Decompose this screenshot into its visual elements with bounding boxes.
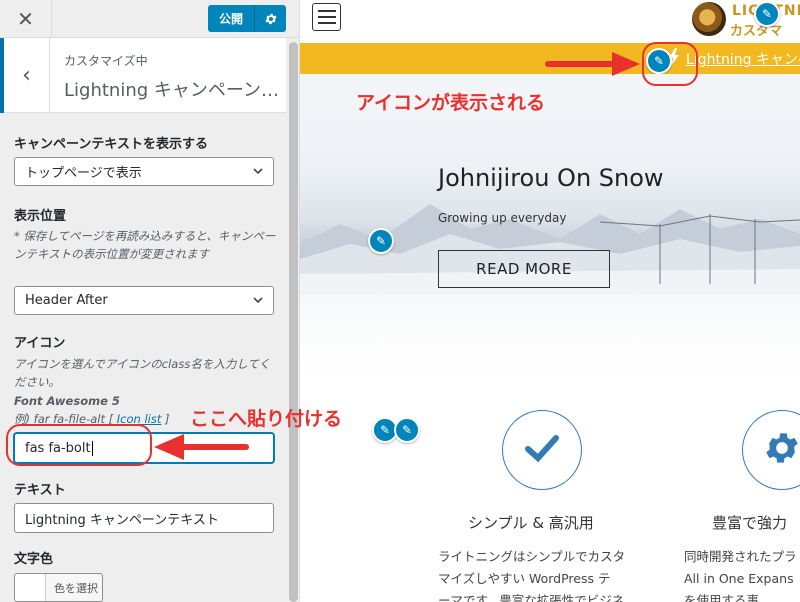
back-button[interactable]: ‹ xyxy=(0,38,50,113)
menu-toggle-button[interactable] xyxy=(312,3,341,31)
hamburger-line xyxy=(317,22,336,24)
display-select-value: トップページで表示 xyxy=(25,166,142,181)
position-select-value: Header After xyxy=(25,293,108,308)
hero-slider: Johnijirou On Snow Growing up everyday R… xyxy=(300,74,800,378)
logo-gear-icon xyxy=(692,2,726,36)
annotation-ring-icon xyxy=(642,42,698,86)
feature2-desc-line2: All in One Expans xyxy=(684,571,794,586)
campaign-bar: Lightning キャンペーンテキスト xyxy=(300,43,800,74)
close-customizer-button[interactable]: ✕ xyxy=(0,0,52,38)
feature1-desc-line1: ライトニングはシンプルでカスタ xyxy=(438,549,626,564)
feature2-desc-line1: 同時開発されたプラ xyxy=(684,549,797,564)
read-more-button[interactable]: READ MORE xyxy=(438,250,610,288)
edit-pencil-icon[interactable]: ✎ xyxy=(754,1,780,27)
check-icon xyxy=(524,433,560,467)
text-label: テキスト xyxy=(14,483,66,498)
publish-group: 公開 xyxy=(208,5,286,32)
feature1-desc-line3: ーマです。豊富な拡張性でビジネ xyxy=(438,593,625,602)
edit-pencil-icon[interactable]: ✎ xyxy=(394,417,420,443)
campaign-text-input[interactable]: Lightning キャンペーンテキスト xyxy=(14,503,274,533)
color-swatch xyxy=(15,574,46,601)
annotation-icon-shown: アイコンが表示される xyxy=(356,92,546,114)
campaign-text-link[interactable]: Lightning キャンペーンテキスト xyxy=(686,49,800,69)
section-title: Lightning キャンペーン… xyxy=(64,80,279,101)
publish-button[interactable]: 公開 xyxy=(208,5,254,32)
icon-description: アイコンを選んでアイコンのclass名を入力してください。 xyxy=(14,357,271,389)
gears-icon xyxy=(762,428,800,472)
feature1-title: シンプル & 高汎用 xyxy=(468,514,594,532)
customizer-header: ✕ 公開 xyxy=(0,0,299,38)
feature2-desc-line3: を使用する事 xyxy=(684,593,760,602)
hero-title: Johnijirou On Snow xyxy=(438,164,664,192)
feature-check-circle xyxy=(502,410,582,490)
position-label: 表示位置 xyxy=(14,209,67,224)
color-label: 文字色 xyxy=(14,552,54,567)
chevron-down-icon xyxy=(252,293,264,310)
hero-subtitle: Growing up everyday xyxy=(438,211,567,225)
position-description: * 保存してページを再読み込みすると、キャンペーンテキストの表示位置が変更されま… xyxy=(14,229,276,261)
site-logo[interactable]: LIGHTNING カスタマ xyxy=(692,0,800,40)
icon-example-close: ] xyxy=(161,412,170,426)
feature-gear-circle xyxy=(742,410,800,490)
hamburger-line xyxy=(317,10,336,12)
gear-icon[interactable] xyxy=(254,5,286,32)
edit-pencil-icon[interactable]: ✎ xyxy=(368,228,394,254)
feature2-title: 豊富で強力 xyxy=(712,514,788,532)
display-label: キャンペーンテキストを表示する xyxy=(14,137,208,152)
icon-label: アイコン xyxy=(14,336,66,351)
hamburger-line xyxy=(317,16,336,18)
campaign-text-value: Lightning キャンペーンテキスト xyxy=(25,512,219,528)
scrollbar[interactable] xyxy=(289,42,298,602)
select-color-label: 色を選択 xyxy=(54,581,98,595)
chevron-down-icon xyxy=(252,164,264,181)
annotation-paste-here: ここへ貼り付ける xyxy=(190,408,343,430)
customizer-panel: ✕ 公開 ‹ カスタマイズ中 Lightning キャンペーン… キャンペーンテ… xyxy=(0,0,300,602)
feature1-desc-line2: マイズしやすい WordPress テ xyxy=(438,571,611,586)
position-select[interactable]: Header After xyxy=(14,286,274,315)
section-title-box: ‹ カスタマイズ中 Lightning キャンペーン… xyxy=(0,38,286,113)
site-header: LIGHTNING カスタマ ✎ xyxy=(300,0,800,42)
annotation-ring-input xyxy=(6,424,152,466)
display-select[interactable]: トップページで表示 xyxy=(14,157,274,186)
section-subtitle: カスタマイズ中 xyxy=(64,54,148,68)
select-color-button[interactable]: 色を選択 xyxy=(14,573,103,602)
